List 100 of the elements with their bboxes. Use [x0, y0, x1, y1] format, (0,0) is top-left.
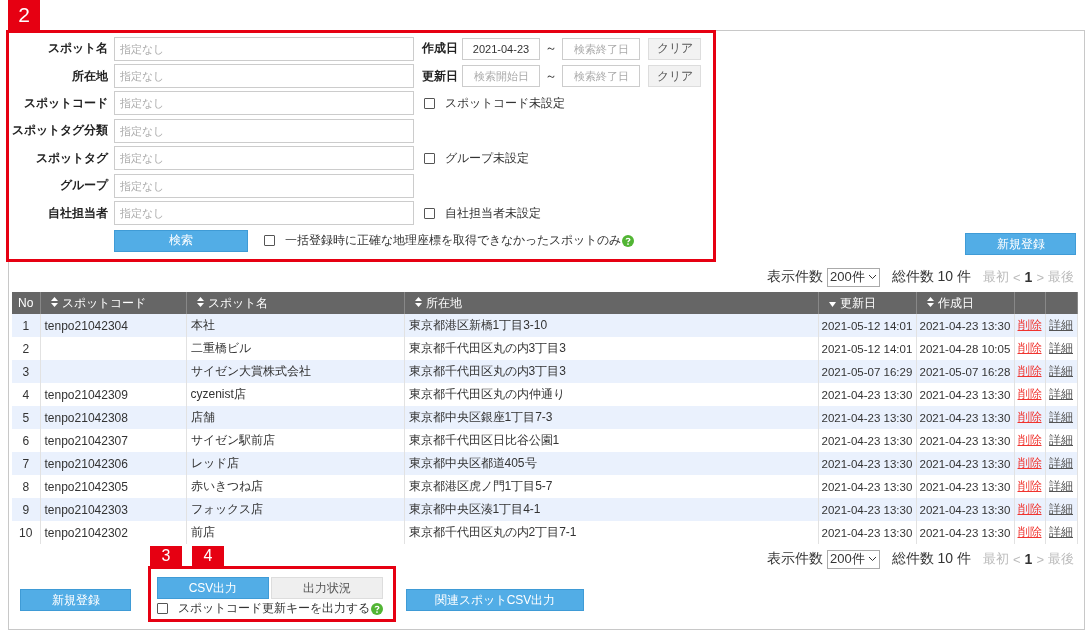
field-label: スポット名 [47, 40, 109, 58]
checkbox-label: スポットコード更新キーを出力する [178, 600, 370, 617]
current-page[interactable]: 1 [1024, 269, 1033, 285]
sort-icon [414, 296, 422, 307]
per-page-label: 表示件数 [766, 550, 823, 568]
table-cell: フォックス店 [186, 498, 404, 521]
field-label: 作成日 [422, 40, 459, 58]
column-header[interactable]: 更新日 [818, 292, 916, 314]
table-cell: tenpo21042303 [40, 498, 186, 521]
field-label: グループ [59, 177, 110, 195]
clear-button[interactable]: クリア [648, 65, 701, 88]
detail-link[interactable]: 詳細 [1049, 479, 1073, 493]
date-field[interactable]: 検索開始日 [462, 65, 540, 88]
column-header[interactable]: 作成日 [916, 292, 1014, 314]
table-cell: 2021-04-23 13:30 [916, 314, 1014, 337]
date-field[interactable]: 検索終了日 [562, 65, 640, 88]
sort-icon [196, 296, 204, 307]
checkbox-label: スポットコード未設定 [445, 94, 565, 112]
table-cell: 2021-04-23 13:30 [916, 406, 1014, 429]
total-count: 総件数 10 件 [891, 268, 971, 286]
column-header[interactable]: 所在地 [404, 292, 818, 314]
table-cell: 10 [12, 521, 40, 544]
table-cell: 3 [12, 360, 40, 383]
checkbox-label: グループ未設定 [445, 149, 529, 167]
help-icon[interactable] [371, 602, 383, 615]
input-field[interactable]: 指定なし [114, 173, 414, 198]
table-cell: 2021-04-23 13:30 [916, 521, 1014, 544]
checkbox[interactable] [424, 207, 435, 219]
table-cell: 店舗 [186, 406, 404, 429]
detail-link[interactable]: 詳細 [1049, 525, 1073, 539]
table-cell: tenpo21042302 [40, 521, 186, 544]
total-count: 総件数 10 件 [891, 550, 971, 568]
field-label: 所在地 [71, 67, 109, 85]
checkbox[interactable] [264, 235, 275, 247]
table-cell: 7 [12, 452, 40, 475]
help-icon[interactable] [622, 234, 634, 247]
table-cell: 2021-04-23 13:30 [916, 452, 1014, 475]
sort-icon [926, 296, 934, 307]
table-cell: 東京都中央区銀座1丁目7-3 [404, 406, 818, 429]
table-cell: レッド店 [186, 452, 404, 475]
detail-link[interactable]: 詳細 [1049, 387, 1073, 401]
table-cell: 2021-04-23 13:30 [818, 452, 916, 475]
checkbox[interactable] [424, 152, 435, 164]
detail-link[interactable]: 詳細 [1049, 433, 1073, 447]
field-label: スポットタグ分類 [11, 122, 109, 140]
callout-number: 3 [150, 546, 182, 566]
input-field[interactable]: 指定なし [114, 36, 414, 61]
input-field[interactable]: 指定なし [114, 91, 414, 116]
range-separator: ～ [544, 67, 558, 85]
chevron-down-icon [867, 556, 877, 562]
table-cell: 東京都港区新橋1丁目3-10 [404, 314, 818, 337]
chevron-down-icon [867, 274, 877, 280]
table-cell: サイゼン大賞株式会社 [186, 360, 404, 383]
table-cell: 東京都千代田区丸の内2丁目7-1 [404, 521, 818, 544]
column-header[interactable]: スポットコード [40, 292, 186, 314]
column-header[interactable]: No [12, 292, 40, 314]
per-page-select[interactable]: 200件 [826, 549, 880, 569]
export-status-button[interactable]: 出力状況 [271, 577, 383, 599]
column-header[interactable]: スポット名 [186, 292, 404, 314]
table-cell: 1 [12, 314, 40, 337]
table-cell: tenpo21042304 [40, 314, 186, 337]
checkbox[interactable] [157, 603, 168, 614]
table-cell: 東京都中央区湊1丁目4-1 [404, 498, 818, 521]
callout-number: 2 [8, 0, 40, 30]
table-cell: tenpo21042308 [40, 406, 186, 429]
detail-link[interactable]: 詳細 [1049, 341, 1073, 355]
table-cell: tenpo21042306 [40, 452, 186, 475]
sort-descending-icon [828, 301, 836, 307]
checkbox[interactable] [424, 97, 435, 109]
delete-link[interactable]: 削除 [1017, 433, 1042, 447]
table-cell: 本社 [186, 314, 404, 337]
delete-link[interactable]: 削除 [1017, 341, 1042, 355]
range-separator: ～ [544, 40, 558, 58]
date-field[interactable]: 検索終了日 [562, 37, 640, 60]
input-field[interactable]: 指定なし [114, 146, 414, 171]
delete-link[interactable]: 削除 [1017, 387, 1042, 401]
input-field[interactable]: 指定なし [114, 64, 414, 89]
sort-icon [50, 296, 58, 307]
delete-link[interactable]: 削除 [1017, 479, 1042, 493]
field-label: 自社担当者 [47, 204, 109, 222]
table-cell: 東京都中央区都道405号 [404, 452, 818, 475]
field-label: スポットタグ [35, 149, 110, 167]
table-cell: 2021-04-23 13:30 [818, 498, 916, 521]
checkbox-label: 一括登録時に正確な地理座標を取得できなかったスポットのみ [285, 232, 621, 250]
table-cell: 5 [12, 406, 40, 429]
table-cell: 2021-04-23 13:30 [916, 498, 1014, 521]
clear-button[interactable]: クリア [648, 37, 701, 60]
input-field[interactable]: 指定なし [114, 201, 414, 226]
date-field[interactable]: 2021-04-23 [462, 37, 540, 60]
table-cell: 2021-04-23 13:30 [818, 521, 916, 544]
per-page-select[interactable]: 200件 [826, 267, 880, 287]
table-cell: 2021-05-12 14:01 [818, 314, 916, 337]
input-field[interactable]: 指定なし [114, 118, 414, 143]
per-page-label: 表示件数 [766, 268, 823, 286]
table-cell: 前店 [186, 521, 404, 544]
table-cell: 2021-05-07 16:28 [916, 360, 1014, 383]
table-cell: 東京都千代田区丸の内3丁目3 [404, 360, 818, 383]
current-page[interactable]: 1 [1024, 551, 1033, 567]
table-cell: 2021-04-23 13:30 [818, 406, 916, 429]
delete-link[interactable]: 削除 [1017, 525, 1042, 539]
